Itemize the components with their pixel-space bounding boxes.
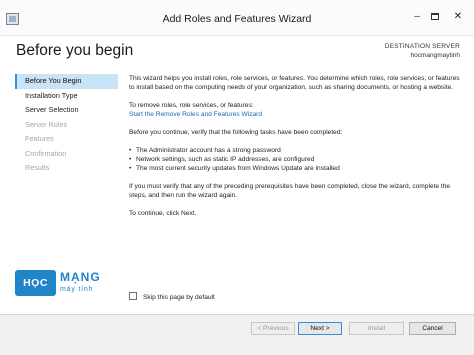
nav-item-before-you-begin[interactable]: Before You Begin (15, 74, 118, 89)
nav-item-server-selection[interactable]: Server Selection (15, 103, 118, 118)
page-title: Before you begin (16, 42, 134, 59)
watermark-logo: HỌC MẠNG máy tính (15, 268, 111, 298)
wizard-nav: Before You Begin Installation Type Serve… (15, 74, 118, 176)
list-item: • The most current security updates from … (129, 165, 340, 173)
skip-page-label: Skip this page by default (143, 294, 215, 301)
nav-item-features: Features (25, 134, 54, 143)
nav-item-results: Results (25, 163, 50, 172)
destination-server-name: hocmangmaytinh (410, 52, 461, 59)
list-item: • The Administrator account has a strong … (129, 146, 281, 154)
remove-roles-link[interactable]: Start the Remove Roles and Features Wiza… (129, 111, 262, 118)
logo-badge: HỌC (15, 270, 56, 296)
destination-server-label: DESTINATION SERVER (384, 43, 460, 50)
logo-subtitle: máy tính (60, 286, 94, 293)
skip-page-checkbox[interactable] (129, 292, 137, 300)
title-bar: Add Roles and Features Wizard – ✕ (0, 0, 474, 36)
window-title: Add Roles and Features Wizard (162, 13, 312, 25)
list-item: • Network settings, such as static IP add… (129, 156, 315, 163)
continue-text: To continue, click Next. (129, 210, 197, 217)
minimize-button[interactable]: – (410, 10, 424, 24)
intro-text: This wizard helps you install roles, rol… (129, 75, 460, 92)
maximize-icon (431, 12, 439, 20)
wizard-footer: < Previous Next > Install Cancel (0, 314, 474, 355)
prerequisite-note: If you must verify that any of the prece… (129, 183, 451, 200)
prerequisite-list: • The Administrator account has a strong … (129, 146, 461, 174)
maximize-button[interactable] (428, 10, 442, 24)
install-button: Install (349, 322, 404, 335)
skip-page-option[interactable]: Skip this page by default (129, 292, 215, 301)
wizard-window: Add Roles and Features Wizard – ✕ Before… (0, 0, 474, 355)
nav-item-installation-type[interactable]: Installation Type (15, 89, 118, 104)
next-button[interactable]: Next > (298, 322, 342, 335)
verify-text: Before you continue, verify that the fol… (129, 129, 343, 136)
close-button[interactable]: ✕ (447, 10, 469, 24)
remove-text: To remove roles, role services, or featu… (129, 102, 254, 109)
nav-item-server-roles: Server Roles (25, 119, 68, 129)
cancel-button[interactable]: Cancel (409, 322, 456, 335)
previous-button: < Previous (251, 322, 295, 335)
logo-word: MẠNG (60, 270, 101, 284)
wizard-content: This wizard helps you install roles, rol… (129, 74, 461, 227)
nav-item-confirmation: Confirmation (25, 148, 67, 158)
